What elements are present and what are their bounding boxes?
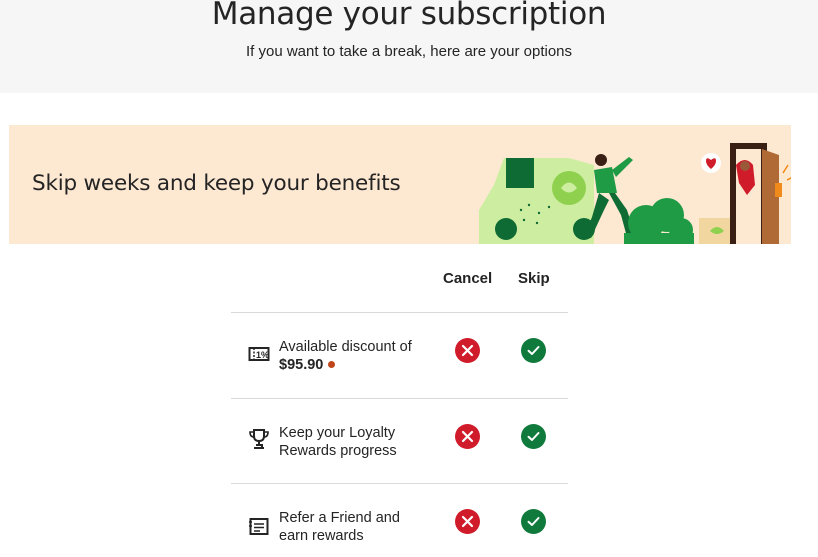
delivery-illustration: [479, 143, 791, 244]
svg-text:1%: 1%: [256, 350, 269, 360]
referral-card-icon: [249, 518, 269, 535]
page-title: Manage your subscription: [211, 0, 607, 32]
cancel-x-icon: [455, 338, 480, 363]
trophy-icon: [249, 429, 269, 449]
table-row: 1% Available discount of $95.90: [231, 312, 568, 398]
skip-benefits-banner: Skip weeks and keep your benefits: [9, 125, 791, 244]
cancel-x-icon: [455, 509, 480, 534]
referral-label: Refer a Friend and earn rewards: [279, 509, 439, 545]
discount-coupon-icon: 1%: [248, 347, 270, 361]
column-header-cancel: Cancel: [443, 270, 493, 287]
skip-check-icon: [521, 338, 546, 363]
page-header: Manage your subscription If you want to …: [0, 0, 818, 93]
skip-check-icon: [521, 424, 546, 449]
loyalty-text-line1: Keep your Loyalty: [279, 425, 396, 441]
table-row: Keep your Loyalty Rewards progress: [231, 398, 568, 484]
column-header-skip: Skip: [518, 270, 550, 287]
table-row: Refer a Friend and earn rewards: [231, 483, 568, 557]
referral-text-line1: Refer a Friend and: [279, 510, 400, 526]
page-subtitle: If you want to take a break, here are yo…: [245, 43, 573, 60]
alert-dot: [328, 361, 336, 368]
loyalty-text-line2: Rewards progress: [279, 443, 397, 459]
skip-check-icon: [521, 509, 546, 534]
cancel-x-icon: [455, 424, 480, 449]
discount-text: Available discount of: [279, 339, 412, 355]
referral-text-line2: earn rewards: [279, 528, 364, 544]
discount-label: Available discount of $95.90: [279, 338, 439, 374]
discount-amount: $95.90: [279, 357, 324, 373]
loyalty-label: Keep your Loyalty Rewards progress: [279, 424, 439, 460]
